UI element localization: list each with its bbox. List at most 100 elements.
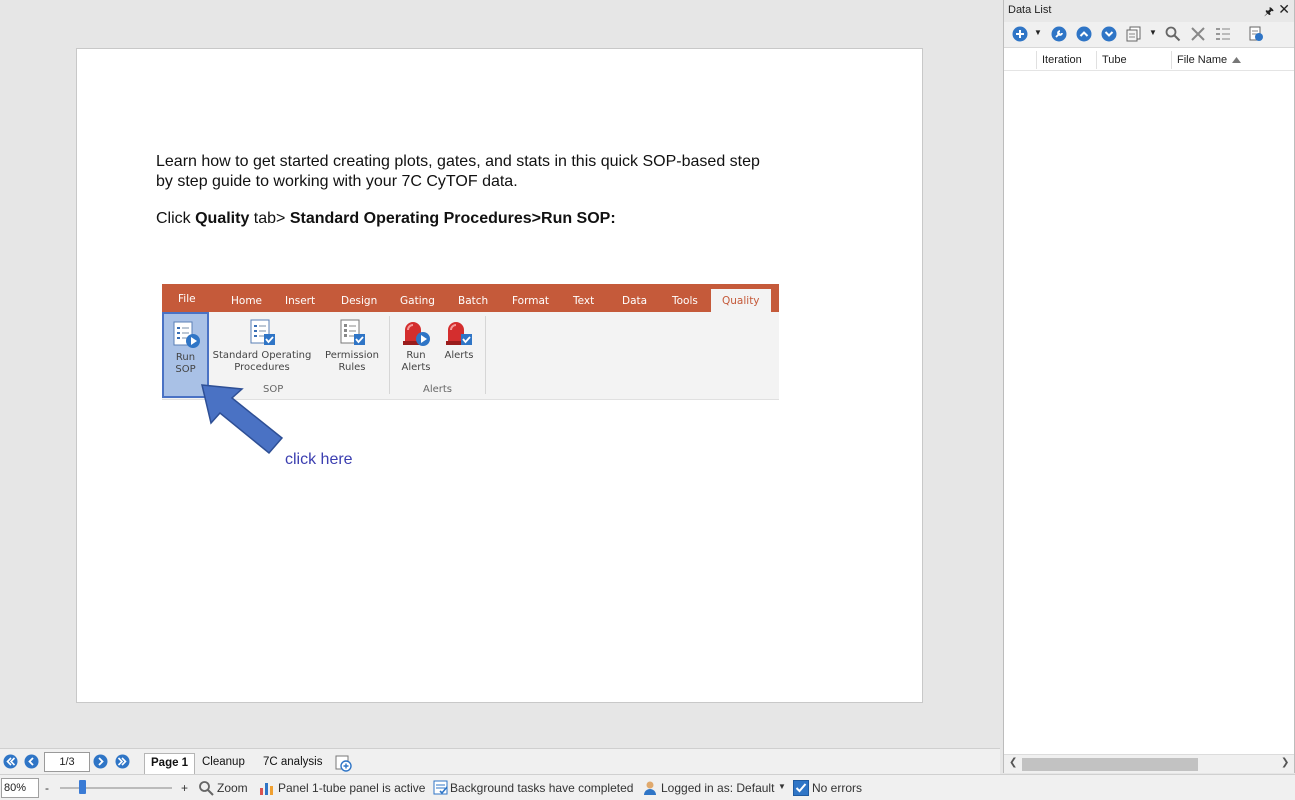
- scrollbar-thumb[interactable]: [1022, 758, 1198, 771]
- zoom-slider-track[interactable]: [60, 787, 172, 789]
- tab-7c-analysis[interactable]: 7C analysis: [257, 753, 328, 774]
- background-tasks-icon: [433, 780, 448, 795]
- background-tasks-status: Background tasks have completed: [450, 781, 634, 795]
- zoom-magnifier-icon[interactable]: [198, 780, 214, 796]
- user-dropdown-chevron-icon[interactable]: ▼: [778, 782, 786, 791]
- data-list-title-bar: Data List 🖈 ✕: [1004, 0, 1294, 22]
- tab-cleanup[interactable]: Cleanup: [196, 753, 251, 774]
- move-down-icon[interactable]: [1101, 26, 1117, 42]
- ribbon-tab-tools: Tools: [672, 295, 698, 307]
- copy-dropdown-chevron-icon[interactable]: ▼: [1149, 28, 1157, 37]
- copy-icon[interactable]: [1126, 26, 1142, 42]
- column-tube[interactable]: Tube: [1102, 54, 1127, 66]
- zoom-out-button[interactable]: -: [45, 781, 49, 795]
- logged-in-status[interactable]: Logged in as: Default: [661, 781, 774, 795]
- run-alerts-button-image: Run Alerts: [395, 312, 437, 374]
- report-icon[interactable]: [1248, 26, 1264, 42]
- scroll-left-icon[interactable]: ❮: [1009, 757, 1017, 768]
- zoom-in-button[interactable]: +: [181, 781, 188, 795]
- run-sop-label-2: SOP: [175, 364, 196, 375]
- sop-label-2: Procedures: [234, 362, 290, 373]
- zoom-level-input[interactable]: 80%: [1, 778, 39, 798]
- user-icon: [644, 781, 656, 795]
- column-separator: [1036, 51, 1037, 69]
- callout-arrow-icon: [201, 384, 284, 455]
- close-icon[interactable]: ✕: [1278, 1, 1290, 18]
- column-file-name[interactable]: File Name: [1177, 54, 1227, 66]
- error-status: No errors: [812, 781, 863, 795]
- instruction-path: Standard Operating Procedures>Run SOP:: [289, 210, 616, 227]
- scroll-right-icon[interactable]: ❯: [1281, 757, 1289, 768]
- next-page-icon[interactable]: [93, 754, 108, 769]
- ribbon-tab-design: Design: [341, 295, 378, 307]
- last-page-icon[interactable]: [115, 754, 130, 769]
- panel-status: Panel 1-tube panel is active: [278, 781, 426, 795]
- add-dropdown-chevron-icon[interactable]: ▼: [1034, 28, 1042, 37]
- intro-text: Learn how to get started creating plots,…: [156, 152, 836, 192]
- sop-button-image: Standard Operating Procedures: [212, 312, 312, 374]
- ribbon-tab-strip: File Home Insert Design Gating Batch For…: [162, 284, 779, 312]
- layout-page[interactable]: Learn how to get started creating plots,…: [76, 48, 923, 703]
- properties-wrench-icon[interactable]: [1051, 26, 1067, 42]
- checkmark-icon: [793, 780, 809, 796]
- permission-label-2: Rules: [338, 362, 366, 373]
- previous-page-icon[interactable]: [24, 754, 39, 769]
- ribbon-tab-home: Home: [231, 295, 263, 307]
- data-list-column-header: Iteration Tube File Name: [1004, 49, 1294, 71]
- instruction-middle: tab>: [249, 210, 290, 227]
- add-icon[interactable]: [1012, 26, 1028, 42]
- ribbon-tab-batch: Batch: [458, 295, 489, 307]
- run-sop-label-1: Run: [175, 352, 196, 363]
- move-up-icon[interactable]: [1076, 26, 1092, 42]
- page-navigation-bar: 1/3 Page 1 Cleanup 7C analysis: [0, 748, 1000, 774]
- instruction-prefix: Click: [156, 210, 196, 227]
- column-separator: [1096, 51, 1097, 69]
- pin-icon[interactable]: 🖈: [1264, 3, 1274, 22]
- sop-label-1: Standard Operating: [212, 350, 312, 361]
- run-sop-icon: [173, 321, 200, 348]
- workspace: Learn how to get started creating plots,…: [0, 0, 1000, 748]
- data-list-toolbar: ▼ ▼: [1004, 22, 1294, 48]
- data-list-title: Data List: [1008, 4, 1052, 16]
- ribbon-group-separator: [485, 316, 486, 394]
- column-iteration[interactable]: Iteration: [1042, 54, 1082, 66]
- data-list-horizontal-scrollbar[interactable]: ❮ ❯: [1004, 754, 1294, 773]
- panel-chart-icon: [260, 783, 273, 795]
- search-icon[interactable]: [1165, 26, 1181, 42]
- alerts-button-image: Alerts: [440, 312, 478, 362]
- zoom-label[interactable]: Zoom: [217, 781, 248, 795]
- instruction-text: Click Quality tab> Standard Operating Pr…: [156, 209, 836, 229]
- ribbon-tab-file: File: [178, 293, 196, 305]
- list-options-icon[interactable]: [1215, 26, 1231, 42]
- tab-page-1[interactable]: Page 1: [144, 753, 196, 774]
- callout-text: click here: [285, 451, 353, 468]
- run-alerts-label-2: Alerts: [401, 362, 431, 373]
- alerts-icon: [446, 322, 472, 345]
- ribbon-tab-quality: Quality: [711, 289, 771, 312]
- ribbon-tab-insert: Insert: [285, 295, 316, 307]
- zoom-slider-handle[interactable]: [79, 780, 86, 794]
- sop-icon: [250, 319, 275, 345]
- ribbon-group-separator: [389, 316, 390, 394]
- permission-rules-button-image: Permission Rules: [322, 312, 382, 374]
- intro-line-1: Learn how to get started creating plots,…: [156, 153, 760, 170]
- ribbon-tab-format: Format: [512, 295, 550, 307]
- ribbon-tab-text: Text: [573, 295, 595, 307]
- add-page-icon[interactable]: [334, 754, 354, 772]
- run-alerts-label-1: Run: [406, 350, 426, 361]
- permission-label-1: Permission: [325, 350, 379, 361]
- data-list-panel: Data List 🖈 ✕ ▼ ▼ Iteration Tube File Na…: [1003, 0, 1295, 773]
- permission-rules-icon: [340, 319, 365, 345]
- sort-ascending-icon: [1232, 57, 1241, 63]
- ribbon-tab-data: Data: [622, 295, 648, 307]
- first-page-icon[interactable]: [3, 754, 18, 769]
- page-number-input[interactable]: 1/3: [44, 752, 90, 772]
- intro-line-2: by step guide to working with your 7C Cy…: [156, 173, 518, 190]
- delete-icon[interactable]: [1190, 26, 1206, 42]
- status-bar: 80% - + Zoom Panel 1-tube panel is activ…: [0, 774, 1295, 800]
- ribbon-tab-gating: Gating: [400, 295, 435, 307]
- group-label-alerts: Alerts: [423, 384, 453, 395]
- instruction-quality: Quality: [195, 210, 250, 227]
- column-separator: [1171, 51, 1172, 69]
- alerts-label: Alerts: [444, 350, 474, 361]
